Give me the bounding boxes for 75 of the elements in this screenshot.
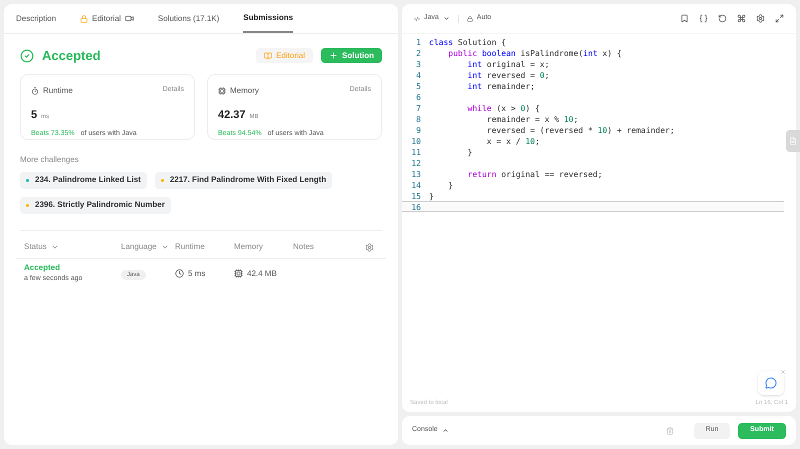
line-number: 6 bbox=[415, 92, 422, 101]
chevron-down-icon[interactable] bbox=[50, 243, 59, 251]
section-title: More challenges bbox=[20, 154, 80, 166]
timer-icon bbox=[31, 86, 39, 94]
challenge-tag[interactable]: 234. Palindrome Linked List bbox=[20, 172, 147, 188]
document-icon bbox=[789, 137, 797, 145]
line-number: 14 bbox=[410, 180, 422, 189]
line-number: 13 bbox=[410, 169, 422, 178]
challenge-tag[interactable]: 2396. Strictly Palindromic Number bbox=[20, 196, 171, 214]
code-line: class Solution { bbox=[429, 37, 506, 46]
bookmark-icon[interactable] bbox=[680, 14, 689, 23]
line-number: 11 bbox=[410, 147, 422, 156]
line-number: 3 bbox=[415, 59, 422, 68]
column-header[interactable]: Language bbox=[121, 241, 157, 253]
tab[interactable]: Solutions (17.1K) bbox=[158, 4, 220, 33]
code-icon bbox=[414, 16, 420, 22]
code-line: x = x / 10; bbox=[486, 136, 540, 145]
line-number: 4 bbox=[415, 70, 422, 79]
chip-icon bbox=[234, 269, 243, 278]
code-line: int original = x; bbox=[466, 59, 550, 68]
plus-icon bbox=[329, 51, 338, 60]
line-number: 15 bbox=[410, 191, 422, 200]
line-number: 2 bbox=[415, 48, 422, 57]
line-number: 7 bbox=[415, 103, 422, 112]
lock-icon bbox=[466, 16, 473, 22]
column-header[interactable]: Notes bbox=[293, 241, 314, 253]
close-icon[interactable] bbox=[780, 369, 786, 375]
clock-icon bbox=[175, 269, 184, 278]
code-line: int reversed = 0; bbox=[466, 70, 550, 79]
line-number: 10 bbox=[410, 136, 422, 145]
code-line: while (x > 0) { bbox=[466, 103, 540, 112]
column-header[interactable]: Memory bbox=[234, 241, 263, 253]
chip-icon bbox=[218, 86, 226, 94]
chat-icon bbox=[765, 377, 777, 389]
stat-title: Runtime bbox=[43, 84, 73, 96]
tab[interactable]: Editorial bbox=[80, 4, 134, 33]
code-line: reversed = (reversed * 10) + remainder; bbox=[486, 125, 675, 134]
line-number: 5 bbox=[415, 81, 422, 90]
column-header[interactable]: Runtime bbox=[175, 241, 205, 253]
stat-title: Memory bbox=[230, 84, 259, 96]
line-number: 9 bbox=[415, 125, 422, 134]
chat-widget[interactable] bbox=[758, 371, 784, 395]
line-number: 12 bbox=[410, 158, 422, 167]
code-line: return original == reversed; bbox=[466, 169, 602, 178]
chevron-up-icon bbox=[442, 427, 449, 434]
settings-icon[interactable] bbox=[756, 14, 765, 23]
line-number: 1 bbox=[415, 37, 422, 46]
chevron-down-icon[interactable] bbox=[160, 243, 169, 251]
braces-icon[interactable] bbox=[699, 14, 708, 23]
code-line: remainder = x % 10; bbox=[486, 114, 578, 123]
code-line: int remainder; bbox=[466, 81, 535, 90]
code-line: public boolean isPalindrome(int x) { bbox=[447, 48, 622, 57]
line-number: 8 bbox=[415, 114, 422, 123]
reset-icon[interactable] bbox=[718, 14, 727, 23]
settings-icon[interactable] bbox=[365, 242, 374, 252]
code-line: } bbox=[466, 147, 472, 156]
memory-cell: 42.4 MB bbox=[247, 268, 277, 280]
chevron-down-icon bbox=[442, 15, 450, 22]
video-icon bbox=[124, 14, 134, 23]
stat-value: 42.37 bbox=[218, 108, 246, 122]
lock-icon bbox=[80, 14, 88, 22]
code-line: } bbox=[429, 191, 434, 200]
line-number: 16 bbox=[410, 202, 422, 211]
status-title: Accepted bbox=[42, 47, 101, 65]
stat-value: 5 bbox=[31, 108, 38, 122]
command-icon[interactable] bbox=[737, 14, 746, 23]
tab[interactable]: Submissions bbox=[243, 4, 294, 33]
book-icon bbox=[264, 52, 272, 60]
challenge-tag[interactable]: 2217. Find Palindrome With Fixed Length bbox=[154, 172, 332, 188]
column-header[interactable]: Status bbox=[24, 241, 47, 253]
check-icon bbox=[20, 48, 34, 63]
code-line: } bbox=[447, 180, 454, 189]
expand-icon[interactable] bbox=[775, 14, 784, 23]
tab[interactable]: Description bbox=[16, 4, 56, 33]
runtime-cell: 5 ms bbox=[188, 268, 206, 280]
